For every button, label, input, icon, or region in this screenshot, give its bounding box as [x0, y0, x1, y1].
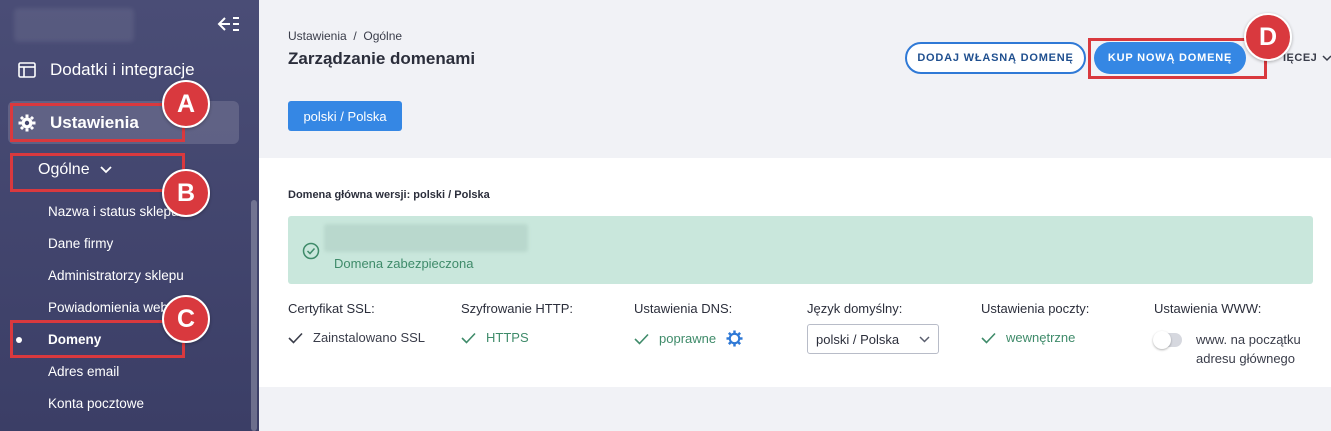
dns-value: poprawne: [659, 331, 717, 346]
dns-column: Ustawienia DNS: poprawne: [634, 301, 743, 347]
annotation-marker-b: B: [162, 169, 210, 217]
ssl-column: Certyfikat SSL: Zainstalowano SSL: [288, 301, 425, 345]
domain-name-redacted: [324, 224, 528, 252]
sidebar-link-web-notifications[interactable]: Powiadomienia web: [48, 300, 168, 315]
mail-value-row: wewnętrzne: [981, 330, 1089, 345]
annotation-marker-c: C: [162, 295, 210, 343]
sidebar-link-administrators[interactable]: Administratorzy sklepu: [48, 268, 184, 283]
collapse-sidebar-icon[interactable]: [216, 13, 240, 35]
annotation-box-a: [10, 103, 185, 142]
main-domain-label: Domena główna wersji: polski / Polska: [288, 189, 490, 201]
http-heading: Szyfrowanie HTTP:: [461, 301, 573, 316]
annotation-marker-d: D: [1244, 13, 1292, 61]
sidebar-item-label: Dodatki i integracje: [50, 60, 195, 79]
www-toggle-row: www. na początku adresu głównego: [1153, 330, 1316, 368]
calendar-icon: [18, 62, 36, 78]
sidebar-item-addons[interactable]: Dodatki i integracje: [18, 60, 195, 80]
www-column: Ustawienia WWW: www. na początku adresu …: [1153, 301, 1316, 368]
ssl-value: Zainstalowano SSL: [313, 330, 426, 345]
annotation-marker-a: A: [162, 80, 210, 128]
sidebar: Dodatki i integracje Ustawienia Ogólne N…: [0, 0, 259, 431]
add-own-domain-button[interactable]: DODAJ WŁASNĄ DOMENĘ: [905, 42, 1086, 74]
dns-heading: Ustawienia DNS:: [634, 301, 733, 316]
mail-value: wewnętrzne: [1006, 330, 1076, 345]
ssl-value-row: Zainstalowano SSL: [288, 330, 425, 345]
check-icon: [288, 332, 303, 344]
page-title: Zarządzanie domenami: [288, 49, 476, 68]
www-prefix-toggle[interactable]: [1153, 331, 1182, 349]
language-heading: Język domyślny:: [807, 301, 903, 316]
www-heading: Ustawienia WWW:: [1154, 301, 1262, 316]
check-circle-icon: [302, 242, 320, 260]
select-value: polski / Polska: [816, 331, 900, 347]
mail-column: Ustawienia poczty: wewnętrzne: [981, 301, 1089, 345]
annotation-box-b: [10, 153, 185, 192]
chevron-down-icon: [1322, 54, 1331, 61]
annotation-box-c: [10, 320, 185, 358]
language-version-button[interactable]: polski / Polska: [288, 101, 402, 131]
more-menu-button[interactable]: IĘCEJ: [1283, 52, 1331, 64]
ssl-heading: Certyfikat SSL:: [288, 301, 375, 316]
http-value-row: HTTPS: [461, 330, 573, 345]
mail-heading: Ustawienia poczty:: [981, 301, 1090, 316]
domain-card: Domena główna wersji: polski / Polska Do…: [259, 158, 1331, 387]
chevron-down-icon: [919, 335, 930, 343]
gear-icon[interactable]: [726, 330, 743, 347]
sidebar-link-company-data[interactable]: Dane firmy: [48, 236, 113, 251]
breadcrumb[interactable]: Ustawienia / Ogólne: [288, 29, 402, 43]
sidebar-link-store-name[interactable]: Nazwa i status sklepu: [48, 204, 179, 219]
default-language-select[interactable]: polski / Polska: [807, 324, 939, 354]
more-menu-label: IĘCEJ: [1283, 52, 1318, 64]
check-icon: [981, 332, 996, 344]
store-logo: [14, 8, 134, 42]
http-value: HTTPS: [486, 330, 529, 345]
domain-status-box: Domena zabezpieczona: [288, 216, 1313, 284]
www-toggle-label: www. na początku adresu głównego: [1196, 332, 1301, 366]
check-icon: [461, 332, 476, 344]
sidebar-link-email-address[interactable]: Adres email: [48, 364, 119, 379]
sidebar-scrollbar[interactable]: [251, 200, 257, 431]
dns-value-row: poprawne: [634, 330, 743, 347]
domain-status-text: Domena zabezpieczona: [334, 256, 474, 271]
sidebar-link-mail-accounts[interactable]: Konta pocztowe: [48, 396, 144, 411]
language-column: Język domyślny: polski / Polska: [807, 301, 939, 354]
check-icon: [634, 333, 649, 345]
http-column: Szyfrowanie HTTP: HTTPS: [461, 301, 573, 345]
annotation-box-d: [1088, 38, 1267, 79]
